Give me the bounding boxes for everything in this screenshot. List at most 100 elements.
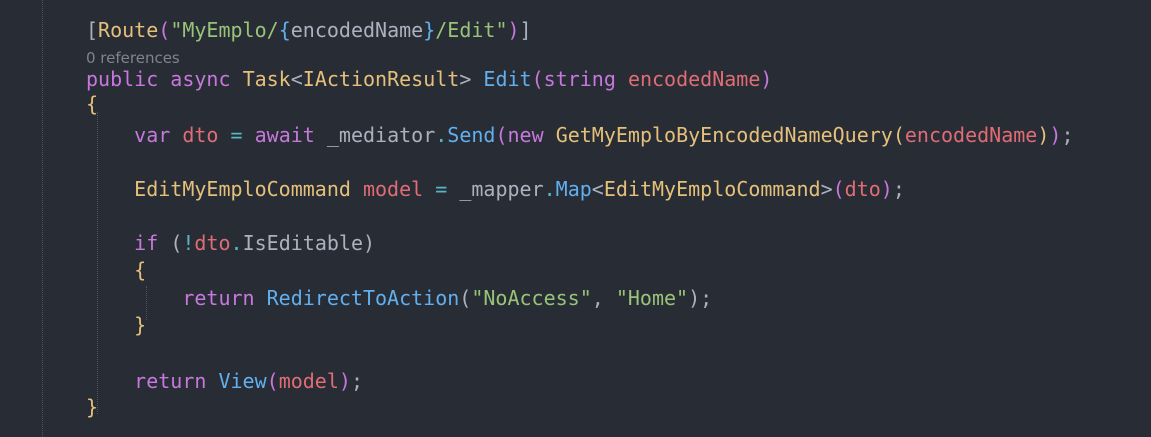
code-token: "Home" [615,286,689,310]
code-token: ; [892,177,905,201]
code-token: RedirectToAction [266,286,460,310]
code-token: dto [844,177,881,201]
code-token: string [543,67,616,91]
code-token: EditMyEmploCommand [134,177,351,201]
code-token: ( [459,286,472,310]
code-token: View [218,369,267,393]
code-token: < [591,177,604,201]
code-lens-references[interactable]: 0 references [86,48,180,68]
code-line[interactable]: EditMyEmploCommand model = _mapper.Map<E… [86,176,905,202]
code-token: ( [892,123,905,147]
code-token: . [543,177,556,201]
code-line[interactable]: public async Task<IActionResult> Edit(st… [86,66,772,92]
code-token: model [278,369,339,393]
code-token: ( [158,18,171,42]
code-token: new [507,123,544,147]
code-token: < [290,67,303,91]
code-token: Map [555,177,592,201]
code-token: ) [1037,123,1050,147]
code-token: await [254,123,315,147]
code-token: > [459,67,484,91]
code-token: ) [338,369,351,393]
code-token: encodedName [627,67,761,91]
code-token: encodedName [290,18,424,42]
code-token: ) [880,177,893,201]
code-token: } [134,313,147,337]
code-token: = [230,123,243,147]
code-token: = [435,177,448,201]
code-token: async [170,67,231,91]
code-token: dto [182,123,219,147]
code-token: _mapper [447,177,544,201]
code-line[interactable]: if (!dto.IsEditable) [86,230,375,256]
gutter-guide [42,0,43,437]
code-token: "MyEmplo/ [170,18,279,42]
code-token: IsEditable [242,231,363,255]
code-token: var [134,123,171,147]
code-token: ); [688,286,713,310]
code-line[interactable]: var dto = await _mediator.Send(new GetMy… [86,122,1073,148]
code-token: ] [519,18,532,42]
code-line[interactable]: { [86,91,98,117]
code-line[interactable]: return RedirectToAction("NoAccess", "Hom… [86,285,712,311]
code-line[interactable]: [Route("MyEmplo/{encodedName}/Edit")] [86,17,532,43]
code-token: > [820,177,833,201]
code-line[interactable]: return View(model); [86,368,363,394]
code-token: ) [1049,123,1062,147]
code-token: { [86,92,99,116]
code-token: ) [760,67,773,91]
code-token: encodedName [904,123,1038,147]
code-token: Edit [483,67,532,91]
code-line[interactable]: } [86,394,98,420]
code-token: return [182,286,255,310]
code-token: Task [242,67,291,91]
code-token: ( [170,231,183,255]
code-token: IActionResult [302,67,460,91]
code-token: public [86,67,159,91]
code-token: } [423,18,436,42]
code-token: _mediator [314,123,436,147]
code-token: , [591,286,616,310]
code-token: dto [194,231,231,255]
code-editor[interactable]: 0 references [Route("MyEmplo/{encodedNam… [0,0,1151,437]
code-token: ; [350,369,363,393]
code-token: /Edit" [435,18,508,42]
code-token: . [435,123,448,147]
code-token: Send [447,123,496,147]
code-token: ( [832,177,845,201]
code-token: ) [363,231,376,255]
code-token: ! [182,231,195,255]
code-token: return [134,369,207,393]
code-token: ) [507,18,520,42]
code-token: { [134,258,147,282]
code-token: ( [531,67,544,91]
code-token: } [86,395,99,419]
code-token: "NoAccess" [471,286,592,310]
code-token: [ [86,18,99,42]
code-token: ( [495,123,508,147]
code-line[interactable]: } [86,312,146,338]
code-token: GetMyEmploByEncodedNameQuery [555,123,893,147]
code-token: { [278,18,291,42]
code-token: Route [98,18,159,42]
code-token: if [134,231,159,255]
code-line[interactable]: { [86,257,146,283]
